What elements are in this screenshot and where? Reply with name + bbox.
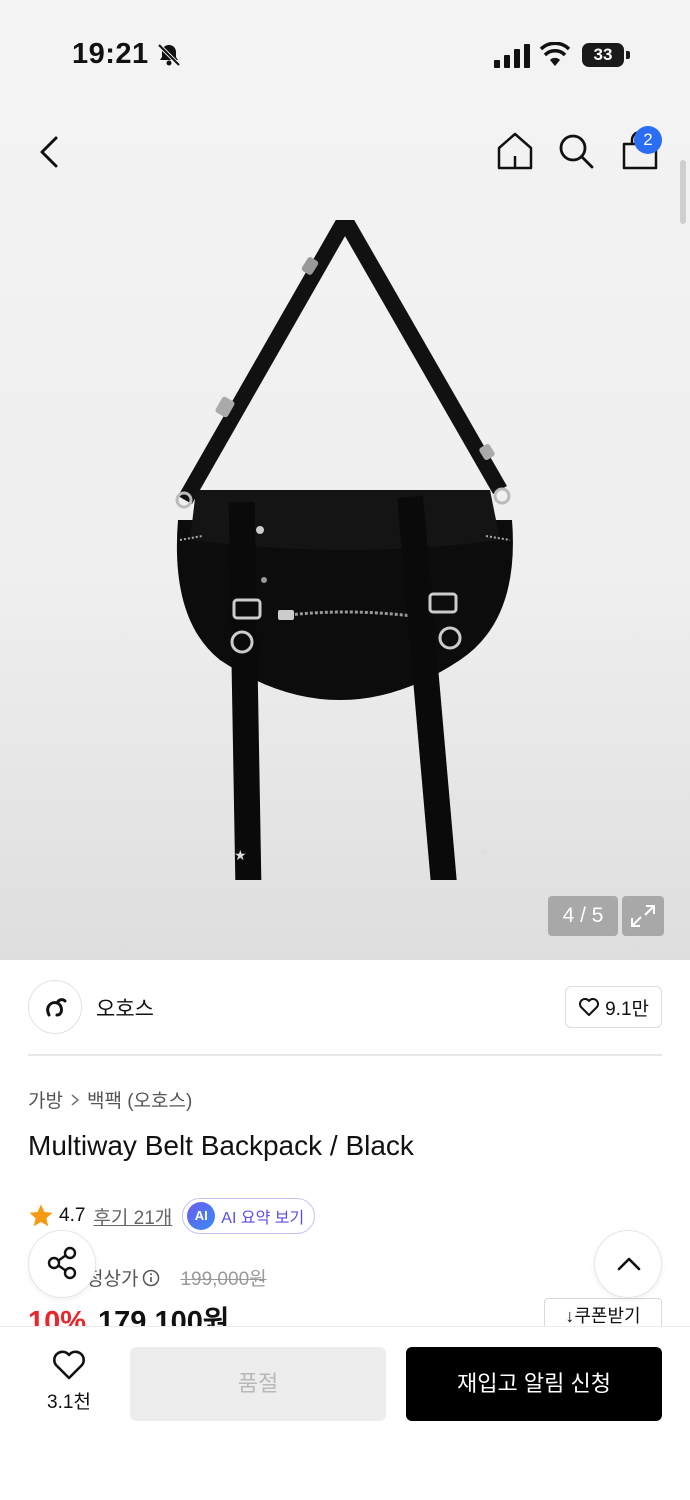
back-arrow-icon[interactable]	[32, 132, 68, 172]
star-icon	[29, 1204, 53, 1227]
info-icon[interactable]	[142, 1269, 160, 1287]
wishlist-button[interactable]: 3.1천	[38, 1349, 100, 1419]
wishlist-count: 3.1천	[47, 1392, 91, 1413]
heart-icon	[579, 998, 600, 1016]
product-title: Multiway Belt Backpack / Black	[28, 1130, 414, 1161]
ai-summary-button[interactable]: AI AI 요약 보기	[182, 1198, 316, 1234]
brand-like-button[interactable]: 9.1만	[565, 986, 662, 1028]
breadcrumb-subcategory[interactable]: 백팩 (오호스)	[87, 1086, 192, 1113]
breadcrumb: 가방 백팩 (오호스)	[28, 1086, 192, 1113]
brand-like-count: 9.1만	[605, 998, 649, 1020]
rating-score: 4.7	[59, 1205, 86, 1226]
brand-logo-mark-icon	[46, 998, 67, 1017]
chevron-up-icon	[617, 1257, 641, 1271]
home-icon[interactable]	[494, 130, 536, 172]
expand-icon[interactable]	[622, 896, 664, 936]
coupon-download-button[interactable]: ↓쿠폰받기	[544, 1298, 662, 1328]
discount-rate: 10%	[28, 1306, 87, 1328]
status-time: 19:21	[72, 38, 149, 70]
breadcrumb-category[interactable]: 가방	[28, 1086, 63, 1113]
share-button[interactable]	[28, 1230, 96, 1298]
ai-summary-label: AI 요약 보기	[221, 1210, 305, 1227]
cart-count-badge: 2	[634, 126, 662, 154]
svg-text:★: ★	[234, 848, 247, 864]
ai-badge-icon: AI	[187, 1202, 216, 1230]
restock-alert-button[interactable]: 재입고 알림 신청	[406, 1347, 662, 1421]
image-counter: 4 / 5	[548, 896, 618, 936]
battery-level: 33	[582, 43, 624, 67]
soldout-button[interactable]: 품절	[130, 1347, 386, 1421]
heart-icon	[53, 1350, 85, 1380]
coupon-label: 쿠폰받기	[574, 1306, 641, 1326]
chevron-right-icon	[71, 1093, 80, 1106]
sale-price: 179,100원	[98, 1306, 230, 1328]
wifi-icon	[540, 42, 570, 66]
regular-price-row: 정상가 199,000원	[86, 1264, 267, 1291]
sale-price-row: 10% 179,100원	[28, 1298, 230, 1328]
product-image[interactable]: ★ ★	[160, 220, 530, 880]
svg-text:★: ★	[478, 844, 491, 860]
product-gallery[interactable]: 2 ★ ★ 4 / 5	[0, 110, 690, 960]
share-icon	[47, 1246, 77, 1280]
review-count-link[interactable]: 후기 21개	[93, 1203, 172, 1230]
scrollbar[interactable]	[680, 160, 686, 224]
divider	[28, 1054, 662, 1056]
brand-logo[interactable]	[28, 980, 82, 1034]
rating-row: 4.7 후기 21개 AI AI 요약 보기	[28, 1198, 316, 1234]
brand-row: 오호스 9.1만	[28, 978, 662, 1036]
cellular-signal-icon	[494, 44, 530, 68]
brand-name[interactable]: 오호스	[96, 993, 154, 1023]
original-price: 199,000원	[180, 1269, 267, 1290]
scroll-to-top-button[interactable]	[594, 1230, 662, 1298]
bell-off-icon	[157, 43, 181, 67]
search-icon[interactable]	[556, 130, 596, 172]
battery-indicator: 33	[582, 43, 630, 67]
status-bar: 19:21 33	[0, 0, 690, 110]
bottom-action-bar: 3.1천 품절 재입고 알림 신청	[0, 1326, 690, 1500]
